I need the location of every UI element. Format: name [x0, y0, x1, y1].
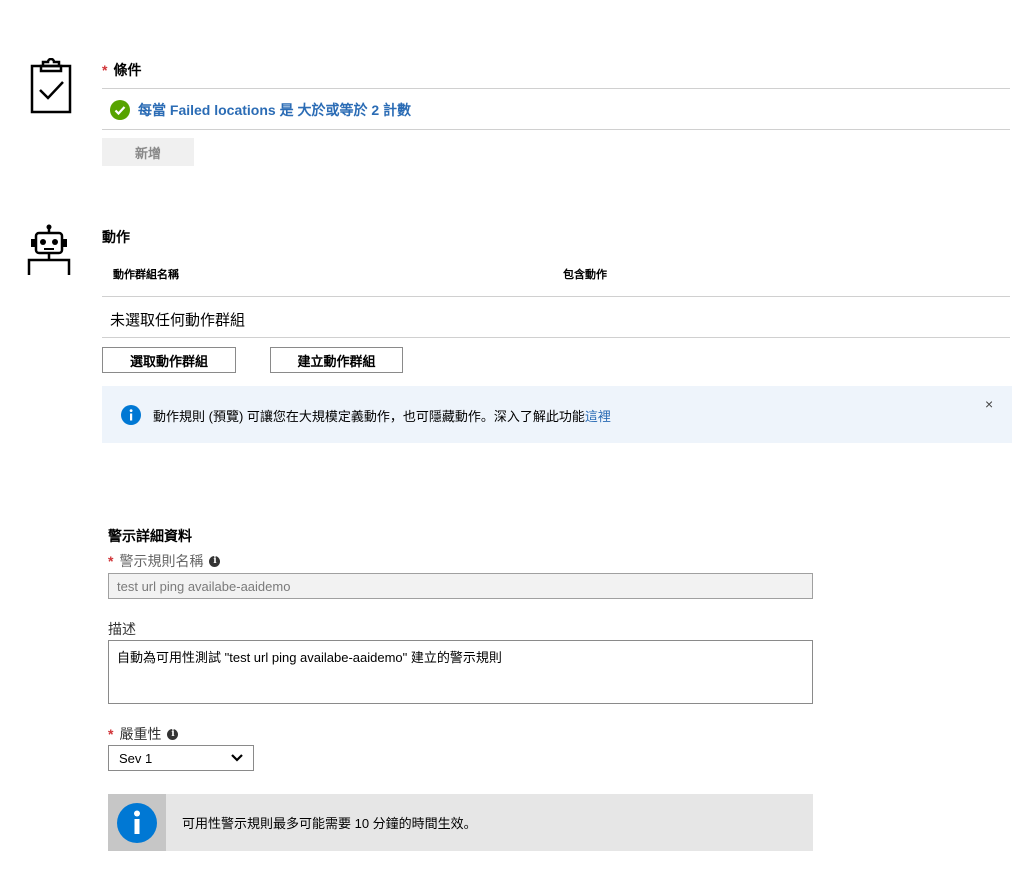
rule-name-label: * 警示規則名稱 i	[108, 551, 221, 571]
required-mark: *	[108, 726, 114, 742]
description-label: 描述	[108, 621, 136, 637]
rule-name-input[interactable]	[108, 573, 813, 599]
select-action-group-button[interactable]: 選取動作群組	[102, 347, 236, 373]
condition-title: * 條件	[102, 60, 141, 80]
severity-label-text: 嚴重性	[119, 726, 162, 742]
info-icon	[121, 405, 141, 425]
severity-label: * 嚴重性 i	[108, 724, 179, 744]
note-icon-cell	[108, 794, 166, 851]
condition-row[interactable]: 每當 Failed locations 是 大於或等於 2 計數	[110, 100, 411, 120]
column-header-contains: 包含動作	[563, 269, 607, 281]
info-banner-text: 動作規則 (預覽) 可讓您在大規模定義動作，也可隱藏動作。深入了解此功能這裡	[153, 406, 611, 425]
divider	[102, 337, 1010, 338]
alert-details-title: 警示詳細資料	[108, 528, 192, 544]
info-tooltip-icon[interactable]: i	[209, 555, 221, 567]
divider	[102, 129, 1010, 130]
success-check-icon	[110, 100, 130, 120]
required-mark: *	[102, 62, 108, 78]
column-header-group-name: 動作群組名稱	[113, 269, 179, 281]
chevron-down-icon	[231, 754, 243, 762]
divider	[102, 296, 1010, 297]
create-action-group-button[interactable]: 建立動作群組	[270, 347, 403, 373]
add-condition-button[interactable]: 新增	[102, 138, 194, 166]
divider	[102, 88, 1010, 89]
severity-select[interactable]: Sev 1	[108, 745, 254, 771]
severity-selected-value: Sev 1	[119, 750, 153, 766]
info-tooltip-icon[interactable]: i	[167, 728, 179, 740]
learn-more-link[interactable]: 這裡	[585, 409, 611, 424]
note-text: 可用性警示規則最多可能需要 10 分鐘的時間生效。	[182, 816, 477, 831]
info-banner-message: 動作規則 (預覽) 可讓您在大規模定義動作，也可隱藏動作。深入了解此功能	[153, 409, 585, 424]
empty-action-groups: 未選取任何動作群組	[110, 312, 246, 329]
rule-name-label-text: 警示規則名稱	[119, 553, 204, 569]
actions-title: 動作	[102, 229, 130, 245]
description-textarea[interactable]: 自動為可用性測試 "test url ping availabe-aaidemo…	[108, 640, 813, 704]
condition-link[interactable]: 每當 Failed locations 是 大於或等於 2 計數	[138, 100, 411, 120]
info-note: 可用性警示規則最多可能需要 10 分鐘的時間生效。	[108, 794, 813, 851]
robot-icon	[27, 224, 71, 275]
close-icon[interactable]: ×	[985, 396, 993, 412]
condition-title-text: 條件	[113, 62, 142, 78]
info-icon	[117, 802, 157, 843]
required-mark: *	[108, 553, 114, 569]
clipboard-check-icon	[30, 58, 72, 114]
